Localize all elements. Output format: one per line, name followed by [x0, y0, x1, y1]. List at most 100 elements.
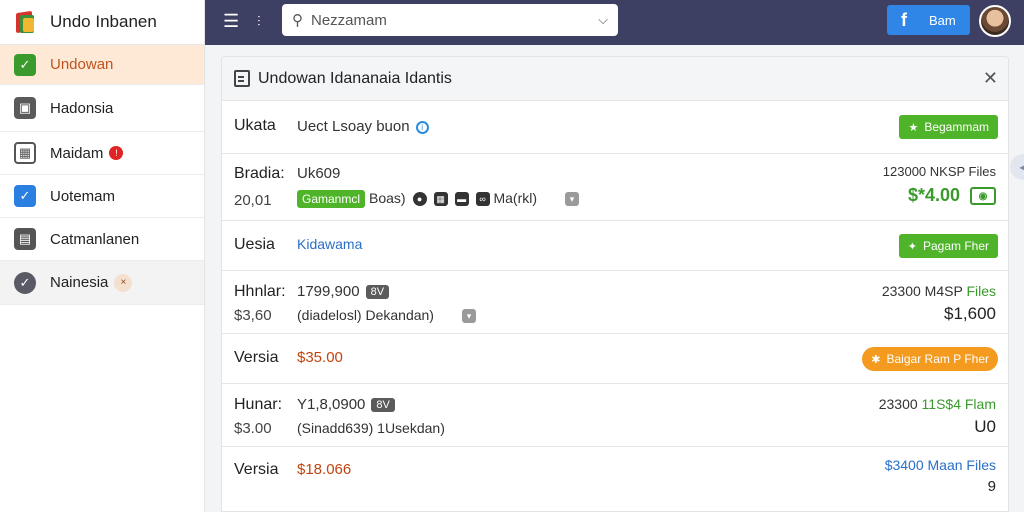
row-label: Ukata — [234, 117, 276, 134]
star-icon: ✱ — [871, 353, 881, 366]
row-detail-text: (diadelosl) Dekandan) — [297, 307, 434, 323]
row-detail: (Sinadd639) 1Usekdan) — [297, 420, 445, 436]
filter-icon[interactable]: ⫶ — [257, 11, 275, 31]
link-icon[interactable]: ∞ — [475, 192, 490, 207]
archive-icon: ▤ — [14, 228, 36, 250]
briefcase-icon: ▣ — [14, 97, 36, 119]
row-action-button[interactable]: ✦ Pagam Fher — [898, 234, 998, 258]
tag-tail: Ma(rkl) — [493, 190, 538, 206]
checkbox-icon: ✓ — [14, 185, 36, 207]
table-row: Ukata Uect Lsoay buon i ★ Begammam — [222, 101, 1008, 154]
row-value-text: Uect Lsoay buon — [297, 118, 410, 135]
files-count: 23300 11S$4 Flam — [879, 396, 996, 412]
row-label: Bradia: — [234, 165, 285, 182]
chat-icon[interactable]: ▬ — [454, 192, 469, 207]
table-row: Versia $18.066 $3400 Maan Files 9 — [222, 447, 1008, 509]
calendar-icon: ▦ — [14, 142, 36, 164]
row-label: Uesia — [234, 236, 275, 253]
row-detail: (diadelosl) Dekandan) ▾ — [297, 307, 476, 324]
facebook-icon: f — [901, 9, 907, 30]
row-value: 1799,900 8V — [297, 283, 390, 300]
version-badge: 8V — [365, 285, 390, 300]
table-row: Hunar: Y1,8,0900 8V $3.00 (Sinadd639) 1Us… — [222, 384, 1008, 447]
row-label: Hunar: — [234, 396, 283, 413]
files-count-unit: 11S$4 Flam — [921, 396, 996, 412]
grid-icon[interactable]: ▦ — [433, 192, 448, 207]
eye-icon[interactable]: ◉ — [970, 187, 996, 206]
search-box[interactable]: ⚲ ⌵ — [282, 4, 618, 36]
sidebar-item-maidam[interactable]: ▦ Maidam ! — [0, 132, 204, 175]
row-value: Uk609 — [297, 165, 341, 182]
brand: Undo Inbanen — [0, 0, 204, 45]
info-icon[interactable]: i — [415, 120, 429, 134]
files-count-unit: Files — [966, 283, 996, 299]
sidebar: Undo Inbanen ✓ Undowan ▣ Hadonsia ▦ Maid… — [0, 0, 205, 512]
avatar[interactable] — [979, 5, 1011, 37]
account-button[interactable]: f Bam — [887, 5, 970, 35]
sidebar-item-label: Maidam — [50, 144, 104, 162]
row-sub-value: 20,01 — [234, 192, 272, 209]
main-panel: Undowan Idananaia Idantis ✕ Ukata Uect L… — [221, 56, 1009, 512]
menu-icon[interactable]: ☰ — [223, 11, 243, 31]
button-label: Pagam Fher — [922, 239, 989, 253]
search-icon: ⚲ — [292, 12, 303, 29]
row-value-text: 1799,900 — [297, 283, 360, 300]
price-value: $*4.00 ◉ — [908, 185, 996, 206]
row-value-text: Y1,8,0900 — [297, 396, 366, 413]
row-value[interactable]: Kidawama — [297, 236, 362, 252]
files-count: 23300 M4SP Files — [882, 283, 996, 299]
sidebar-item-nainesia[interactable]: ✓ Nainesia × — [0, 261, 204, 305]
sidebar-item-undowan[interactable]: ✓ Undowan — [0, 45, 204, 85]
table-row: Hhnlar: 1799,900 8V $3,60 (diadelosl) Dek… — [222, 271, 1008, 334]
bookmark-icon[interactable]: ▾ — [461, 309, 476, 324]
sidebar-item-uotemam[interactable]: ✓ Uotemam — [0, 175, 204, 218]
row-value: Y1,8,0900 8V — [297, 396, 395, 413]
row-value: $35.00 — [297, 349, 343, 366]
files-count: 123000 NKSP Files — [882, 164, 996, 179]
row-sub-value: $3.00 — [234, 420, 272, 437]
search-input[interactable] — [311, 11, 599, 29]
price-value: $1,600 — [944, 304, 996, 323]
sidebar-item-hadonsia[interactable]: ▣ Hadonsia — [0, 85, 204, 132]
close-icon[interactable]: ✕ — [983, 68, 998, 89]
sidebar-item-label: Undowan — [50, 56, 114, 73]
row-label: Versia — [234, 461, 279, 478]
sidebar-item-catmanlanen[interactable]: ▤ Catmanlanen — [0, 218, 204, 261]
panel-header: Undowan Idananaia Idantis ✕ — [222, 57, 1008, 101]
files-count-number: 23300 M4SP — [881, 283, 963, 299]
row-action-button[interactable]: ★ Begammam — [899, 115, 998, 139]
price-value: 9 — [987, 478, 996, 495]
sidebar-item-label: Hadonsia — [50, 99, 114, 117]
chevron-down-icon[interactable]: ⌵ — [598, 12, 608, 28]
button-label: Baigar Ram P Fher — [886, 352, 990, 366]
row-tags: Gamanmcl Boas) ● ▦ ▬ ∞ Ma(rkl) ▾ — [297, 190, 580, 208]
app-title: Undo Inbanen — [50, 12, 157, 31]
collapse-sidebar-handle[interactable]: ◀ — [1010, 154, 1024, 180]
circle-icon[interactable]: ● — [412, 192, 427, 207]
account-button-label: Bam — [929, 12, 956, 28]
app-logo — [14, 10, 36, 34]
check-square-icon: ✓ — [14, 53, 36, 76]
panel-title: Undowan Idananaia Idantis — [258, 69, 452, 87]
sidebar-item-label: Uotemam — [50, 187, 116, 205]
price-value: U0 — [974, 417, 996, 436]
check-circle-icon: ✓ — [14, 271, 36, 294]
button-label: Begammam — [924, 120, 989, 134]
row-label: Versia — [234, 349, 279, 366]
row-value: $18.066 — [297, 461, 352, 478]
bookmark-icon[interactable]: ▾ — [565, 192, 580, 207]
table-row: Bradia: Uk609 20,01 Gamanmcl Boas) ● ▦ ▬ ∞ Ma… — [222, 154, 1008, 221]
star-icon: ★ — [908, 121, 919, 134]
pin-icon: ✦ — [907, 240, 917, 253]
tag-note: Boas) — [369, 190, 406, 206]
status-badge: Gamanmcl — [297, 190, 366, 208]
row-label: Hhnlar: — [234, 283, 286, 300]
close-badge[interactable]: × — [114, 273, 133, 292]
files-count: $3400 Maan Files — [884, 457, 996, 473]
sidebar-item-label: Nainesia — [50, 274, 109, 291]
sidebar-item-label: Catmanlanen — [50, 230, 140, 248]
table-row: Versia $35.00 ✱ Baigar Ram P Fher — [222, 334, 1008, 384]
row-action-button[interactable]: ✱ Baigar Ram P Fher — [862, 347, 998, 371]
files-count-number: 23300 — [878, 396, 918, 412]
clipboard-icon — [234, 70, 250, 87]
